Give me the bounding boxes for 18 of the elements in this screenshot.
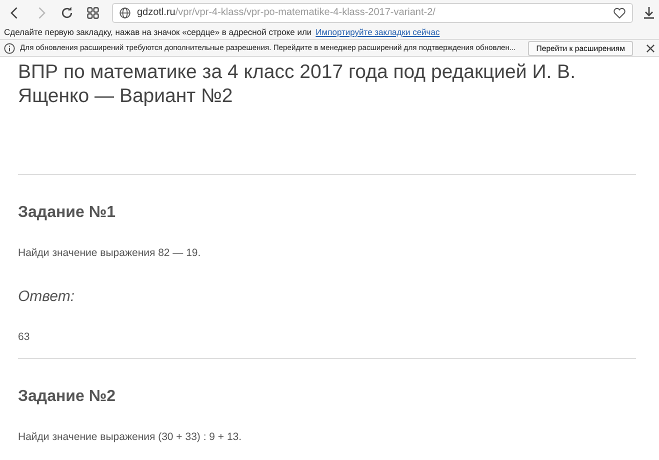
close-icon[interactable]: [646, 44, 655, 52]
answer-label: Ответ:: [18, 286, 76, 307]
import-bookmarks-link[interactable]: Импортируйте закладки сейчас: [316, 26, 440, 38]
download-icon[interactable]: [643, 6, 655, 20]
heart-icon[interactable]: [613, 6, 626, 18]
address-bar[interactable]: gdzotl.ru/vpr/vpr-4-klass/vpr-po-matematike-4-klass-2017-variant-2/: [112, 2, 633, 22]
page-title: ВПР по математике за 4 класс 2017 года под редакцией И. В. Ященко — Вариант №2: [18, 60, 576, 108]
answer-text: 63: [18, 330, 31, 346]
task-question: Найди значение выражения 82 — 19.: [18, 246, 202, 262]
url-text: gdzotl.ru/vpr/vpr-4-klass/vpr-po-matematike-4-klass-2017-variant-2/: [137, 6, 436, 20]
task-question: Найди значение выражения (30 + 33) : 9 + 13.: [18, 430, 243, 446]
apps-grid-icon[interactable]: [86, 6, 100, 20]
info-icon: [4, 42, 15, 54]
task-title: Задание №2: [18, 387, 117, 406]
task-title: Задание №1: [18, 203, 117, 222]
bookmarks-hint: Сделайте первую закладку, нажав на значок «сердце» в адресной строке или: [4, 26, 312, 38]
reload-icon[interactable]: [60, 6, 74, 20]
globe-icon: [119, 6, 131, 18]
